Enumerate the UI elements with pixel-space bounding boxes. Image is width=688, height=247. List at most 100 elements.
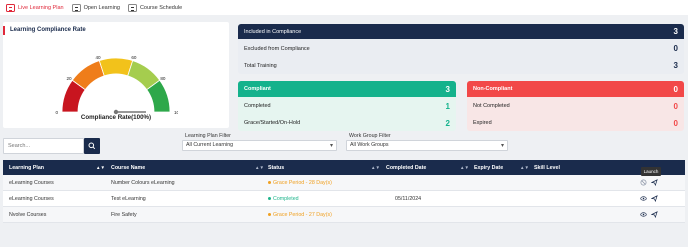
table-row: eLearning Courses Test eLearning Complet… [3,191,685,207]
cell-course-name: Test eLearning [111,196,146,202]
cell-completed-date: 05/11/2024 [395,196,422,202]
cell-course-name: Fire Safety [111,212,137,218]
gauge-tick-label: 20 [67,76,73,81]
gauge-tick-label: 100 [174,110,178,115]
column-header-expiry-date[interactable]: Expiry Date [474,165,503,171]
grace-value: 2 [445,118,450,128]
view-icon[interactable] [640,211,647,218]
group-filter-label: Work Group Filter [349,133,391,139]
top-nav: Live Learning Plan Open Learning Course … [0,0,688,15]
completed-value: 1 [445,101,450,111]
gauge-tick-label: 40 [96,55,102,60]
excluded-value: 0 [673,44,678,53]
status-text: Grace Period - 28 Day(s) [273,180,332,186]
launch-icon[interactable] [651,179,658,186]
sort-icon[interactable]: ▲▼ [520,165,529,170]
included-row: Included in Compliance 3 [238,24,684,39]
compliant-head-row: Compliant 3 [238,81,456,97]
completed-label: Completed [244,103,271,109]
table-row: Nvolve Courses Fire Safety Grace Period … [3,207,685,223]
status-dot [268,181,271,185]
tab-label: Live Learning Plan [18,4,64,11]
cell-status: Grace Period - 27 Day(s) [268,212,332,218]
view-icon[interactable] [640,195,647,202]
table-header: Learning Plan ▲▼ Course Name ▲▼ Status ▲… [3,160,685,175]
launch-tooltip: Launch [641,167,661,176]
total-row: Total Training 3 [238,58,684,73]
plan-filter-value: All Current Learning [186,142,234,148]
status-text: Completed [273,196,299,202]
status-dot [268,197,271,201]
column-header-status[interactable]: Status [268,165,284,171]
cell-learning-plan: Nvolve Courses [9,212,47,218]
status-dot [268,213,271,217]
not-completed-row: Not Completed 0 [467,98,684,114]
schedule-icon [127,3,137,12]
summary-panel: Included in Compliance 3 Excluded from C… [238,24,684,74]
noncompliant-value: 0 [673,84,678,94]
included-label: Included in Compliance [244,28,302,35]
compliant-panel: Compliant 3 Completed 1 Grace/Started/On… [238,81,456,131]
total-label: Total Training [244,62,277,69]
noncompliant-head-row: Non-Compliant 0 [467,81,684,97]
cell-course-name: Number Colours eLearning [111,180,175,186]
tab-course-schedule[interactable]: Course Schedule [127,0,184,15]
learning-table: Learning Plan ▲▼ Course Name ▲▼ Status ▲… [3,160,685,223]
cell-learning-plan: eLearning Courses [9,180,54,186]
expired-label: Expired [473,120,492,126]
tab-label: Course Schedule [139,4,183,11]
noncompliant-label: Non-Compliant [473,86,513,92]
search-button[interactable] [84,138,100,154]
excluded-label: Excluded from Compliance [244,45,310,52]
expired-row: Expired 0 [467,115,684,131]
cell-learning-plan: eLearning Courses [9,196,54,202]
table-row: eLearning Courses Number Colours eLearni… [3,175,685,191]
search-input[interactable] [3,138,84,154]
grace-row: Grace/Started/On-Hold 2 [238,115,456,131]
excluded-row: Excluded from Compliance 0 [238,41,684,56]
expired-value: 0 [673,118,678,128]
calendar-icon [6,3,15,12]
completed-row: Completed 1 [238,98,456,114]
gauge-label: Compliance Rate(100%) [80,114,152,121]
included-value: 3 [673,27,678,36]
disabled-icon[interactable] [640,179,647,186]
column-header-learning-plan[interactable]: Learning Plan [9,165,44,171]
sort-icon[interactable]: ▲▼ [96,165,105,170]
column-header-course-name[interactable]: Course Name [111,165,145,171]
compliant-label: Compliant [244,86,271,92]
not-completed-label: Not Completed [473,103,510,109]
column-header-skill-level[interactable]: Skill Level [534,165,560,171]
grace-label: Grace/Started/On-Hold [244,120,301,126]
tab-open-learning[interactable]: Open Learning [71,0,122,15]
compliance-gauge: 0 20 40 60 80 100 [55,55,178,115]
compliance-rate-title: Learning Compliance Rate [3,26,86,35]
launch-icon[interactable] [651,195,658,202]
sort-icon[interactable]: ▲▼ [371,165,380,170]
chevron-down-icon: ▾ [329,143,333,149]
compliant-value: 3 [445,84,450,94]
gauge-tick-label: 0 [55,110,58,115]
group-filter-value: All Work Groups [350,142,389,148]
plan-filter-label: Learning Plan Filter [185,133,231,139]
launch-icon[interactable] [651,211,658,218]
tab-live-learning-plan[interactable]: Live Learning Plan [6,0,66,15]
book-icon [71,3,81,12]
group-filter-select[interactable]: All Work Groups ▾ [346,140,508,151]
cell-status: Grace Period - 28 Day(s) [268,180,332,186]
search-icon [88,142,96,150]
not-completed-value: 0 [673,101,678,111]
total-value: 3 [673,61,678,70]
gauge-tick-label: 60 [131,55,137,60]
cell-status: Completed [268,196,299,202]
noncompliant-panel: Non-Compliant 0 Not Completed 0 Expired … [467,81,684,131]
sort-icon[interactable]: ▲▼ [460,165,469,170]
gauge-tick-label: 80 [160,76,166,81]
sort-icon[interactable]: ▲▼ [255,165,264,170]
column-header-completed-date[interactable]: Completed Date [386,165,426,171]
chevron-down-icon: ▾ [500,143,504,149]
tab-label: Open Learning [83,4,120,11]
plan-filter-select[interactable]: All Current Learning ▾ [182,140,337,151]
gauge-segment [98,57,134,77]
status-text: Grace Period - 27 Day(s) [273,212,332,218]
